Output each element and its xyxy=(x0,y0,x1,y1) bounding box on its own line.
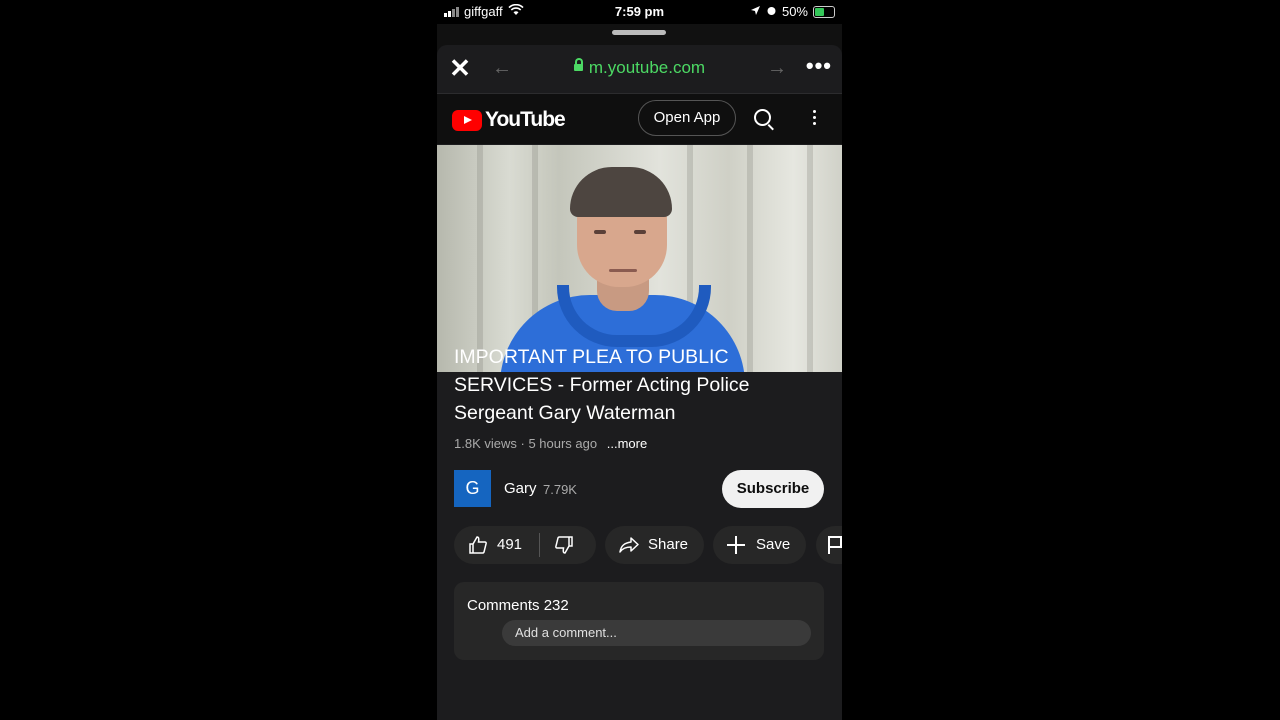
sheet-grabber[interactable] xyxy=(612,30,666,35)
plus-icon xyxy=(727,536,745,554)
browser-toolbar: ✕ ← m.youtube.com → ••• xyxy=(437,45,842,94)
save-button[interactable]: Save xyxy=(713,526,806,564)
kebab-menu-icon[interactable] xyxy=(813,110,817,128)
comments-count: 232 xyxy=(543,597,569,614)
battery-icon xyxy=(813,5,835,18)
forward-arrow-icon[interactable]: → xyxy=(767,57,787,80)
more-horizontal-icon[interactable]: ••• xyxy=(806,53,832,79)
youtube-logo[interactable]: YouTube xyxy=(452,108,566,132)
like-dislike-group: 491 xyxy=(454,526,596,564)
share-label: Share xyxy=(648,536,689,553)
dislike-icon[interactable] xyxy=(554,535,574,555)
search-icon[interactable] xyxy=(754,109,771,126)
like-divider xyxy=(539,533,540,557)
youtube-play-icon xyxy=(452,109,482,131)
battery-percent: 50% xyxy=(781,4,808,19)
share-icon xyxy=(619,537,639,553)
location-icon xyxy=(750,4,761,19)
share-button[interactable]: Share xyxy=(605,526,704,564)
like-count[interactable]: 491 xyxy=(497,526,522,564)
comments-heading: Comments 232 xyxy=(467,597,569,614)
comments-label: Comments xyxy=(467,597,540,614)
open-app-button[interactable]: Open App xyxy=(638,100,736,136)
alarm-icon xyxy=(766,4,777,19)
channel-name[interactable]: Gary xyxy=(504,480,537,497)
status-bar: giffgaff 7:59 pm 50% xyxy=(437,0,842,24)
save-label: Save xyxy=(756,536,791,553)
url-text: m.youtube.com xyxy=(588,58,706,77)
video-meta: 1.8K views · 5 hours ago ...more xyxy=(454,436,648,451)
youtube-header: YouTube Open App xyxy=(437,94,842,144)
lock-icon xyxy=(573,58,583,72)
channel-row: G Gary 7.79K Subscribe xyxy=(454,470,824,510)
comments-panel[interactable]: Comments 232 Add a comment... xyxy=(454,582,824,660)
flag-icon xyxy=(828,536,842,554)
phone-screen: giffgaff 7:59 pm 50% ✕ ← m.youtube.com →… xyxy=(437,0,842,720)
add-comment-input[interactable]: Add a comment... xyxy=(502,620,811,646)
subscribe-button[interactable]: Subscribe xyxy=(722,470,824,508)
like-icon[interactable] xyxy=(468,535,488,555)
action-bar: 491 Share Save xyxy=(454,526,842,564)
video-title: IMPORTANT PLEA TO PUBLIC SERVICES - Form… xyxy=(454,346,750,424)
report-button[interactable] xyxy=(816,526,842,564)
video-player[interactable] xyxy=(437,145,842,372)
upload-age: 5 hours ago xyxy=(528,436,598,451)
more-link[interactable]: ...more xyxy=(607,436,647,451)
subscriber-count: 7.79K xyxy=(543,482,577,497)
view-count: 1.8K views xyxy=(454,436,517,451)
youtube-wordmark: YouTube xyxy=(485,108,566,131)
channel-avatar[interactable]: G xyxy=(454,470,491,507)
